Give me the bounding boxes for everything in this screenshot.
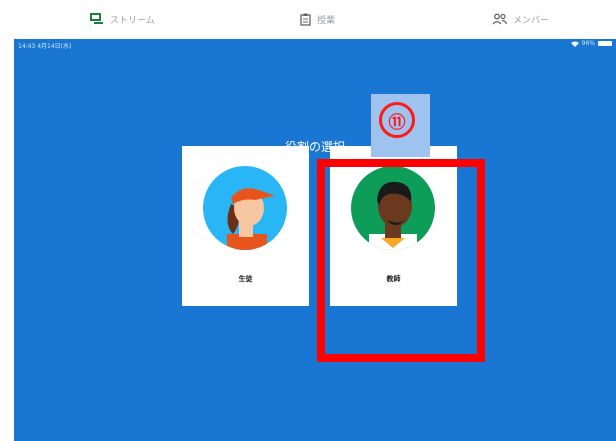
status-time: 14:43 4月14日(水) bbox=[18, 43, 72, 50]
status-right: 96% bbox=[570, 40, 612, 47]
top-tab-bar: ストリーム 授業 メンバー bbox=[0, 0, 616, 39]
teacher-highlight-box bbox=[317, 159, 485, 362]
tab-stream-label: ストリーム bbox=[110, 15, 155, 26]
people-icon bbox=[492, 13, 507, 25]
tab-classwork[interactable]: 授業 bbox=[300, 11, 335, 27]
stream-icon bbox=[90, 13, 103, 24]
role-label-student: 生徒 bbox=[238, 275, 253, 283]
clipboard-icon bbox=[300, 13, 311, 26]
role-card-student[interactable]: 生徒 bbox=[182, 146, 309, 306]
tab-stream[interactable]: ストリーム bbox=[90, 11, 155, 27]
battery-icon bbox=[598, 41, 612, 46]
tab-members-label: メンバー bbox=[513, 15, 550, 26]
dialog-title: 役割の選択 bbox=[284, 140, 345, 154]
tab-classwork-label: 授業 bbox=[317, 15, 336, 26]
student-avatar-icon bbox=[203, 166, 287, 250]
tab-members[interactable]: メンバー bbox=[492, 11, 549, 27]
step-number: ⑪ bbox=[379, 102, 415, 138]
step-annotation: ⑪ bbox=[371, 94, 430, 157]
battery-percent: 96% bbox=[581, 40, 595, 47]
wifi-icon bbox=[570, 41, 579, 47]
role-selection-screen: 14:43 4月14日(水) 96% 役割の選択 bbox=[14, 39, 616, 441]
status-bar: 14:43 4月14日(水) 96% bbox=[14, 39, 616, 51]
